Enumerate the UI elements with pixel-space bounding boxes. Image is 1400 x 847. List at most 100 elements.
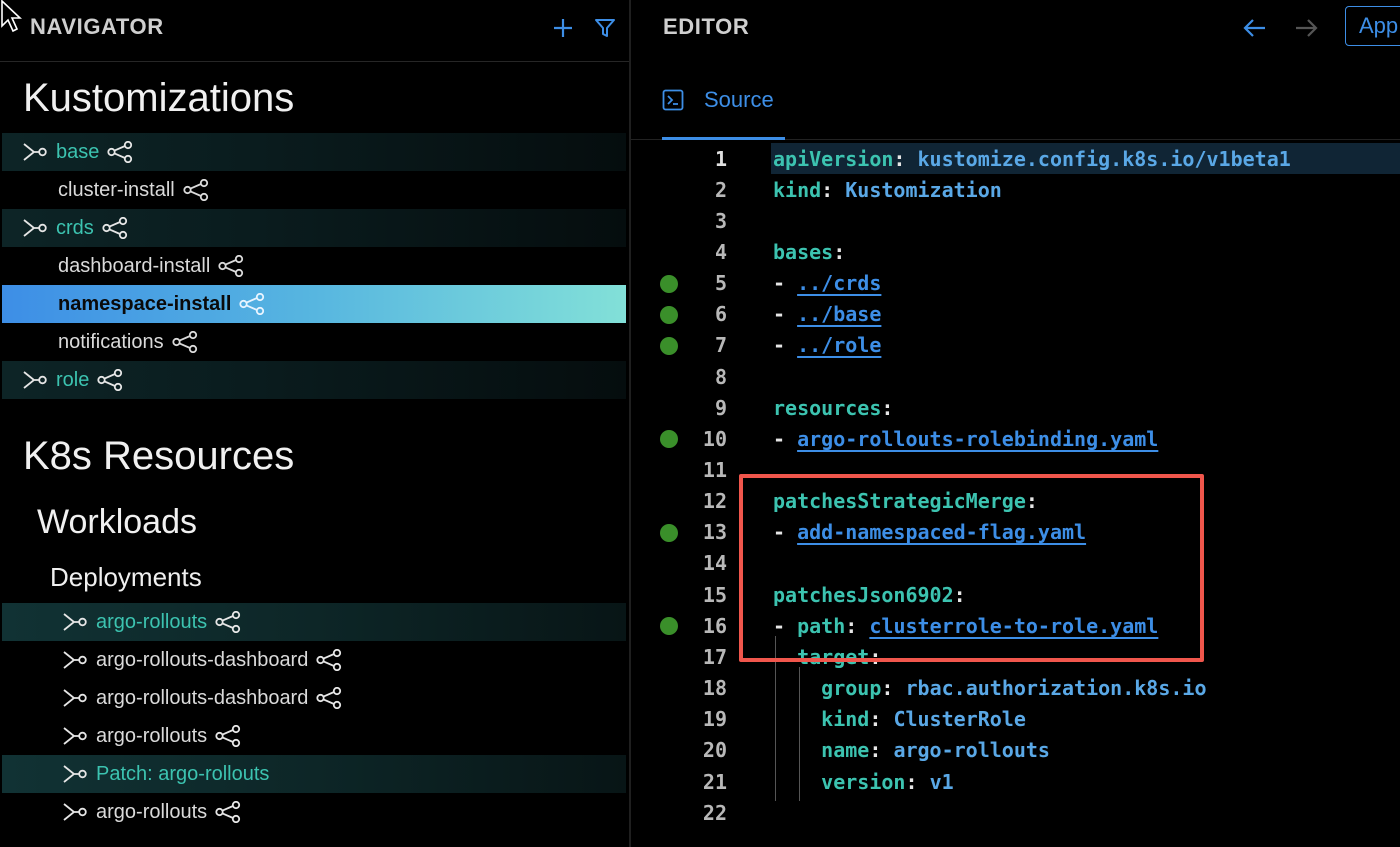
editor-panel: EDITOR App Source 1 apiVersion: kustomize… (631, 0, 1400, 847)
code-line[interactable]: 8 (631, 361, 1400, 392)
share-icon[interactable] (215, 801, 241, 823)
line-number: 13 (702, 520, 727, 545)
arrow-left-icon[interactable] (1240, 13, 1270, 43)
code-token: argo-rollouts (893, 738, 1050, 763)
code-line[interactable]: 3 (631, 205, 1400, 236)
kustomize-expand-icon (62, 649, 88, 671)
kustomization-item[interactable]: role (2, 361, 626, 399)
line-number: 4 (714, 239, 727, 264)
code-token: - (773, 333, 798, 358)
code-content: kind: ClusterRole (773, 707, 1026, 731)
file-link[interactable]: argo-rollouts-rolebinding.yaml (797, 427, 1158, 451)
code-line[interactable]: 20 name: argo-rollouts (631, 735, 1400, 766)
code-token: name (821, 738, 870, 763)
code-token: apiVersion (773, 146, 894, 171)
kustomize-expand-icon (62, 611, 88, 633)
file-link[interactable]: ../crds (797, 271, 881, 295)
code-token: rbac.authorization.k8s.io (905, 676, 1207, 701)
share-icon[interactable] (215, 725, 241, 747)
line-number: 5 (714, 271, 727, 296)
kustomize-expand-icon (22, 141, 48, 163)
deployments-heading: Deployments (50, 562, 202, 592)
code-line[interactable]: 5 - ../crds (631, 268, 1400, 299)
annotation-highlight-box (739, 474, 1204, 662)
share-icon[interactable] (218, 255, 244, 277)
code-content: - ../crds (773, 271, 881, 295)
code-line[interactable]: 19 kind: ClusterRole (631, 704, 1400, 735)
kustomize-expand-icon (62, 725, 88, 747)
kustomization-label: role (56, 368, 90, 391)
deployment-item[interactable]: argo-rollouts (2, 793, 626, 831)
kustomization-label: dashboard-install (58, 254, 211, 277)
code-line[interactable]: 6 - ../base (631, 299, 1400, 330)
apply-button[interactable]: App (1345, 6, 1400, 46)
share-icon[interactable] (172, 331, 198, 353)
share-icon[interactable] (316, 687, 342, 709)
code-line[interactable]: 21 version: v1 (631, 766, 1400, 797)
share-icon[interactable] (97, 369, 123, 391)
deployment-label: Patch: argo-rollouts (96, 762, 270, 785)
code-token: resources (773, 395, 882, 420)
kustomization-label: cluster-install (58, 178, 175, 201)
share-icon[interactable] (239, 293, 265, 315)
arrow-right-icon[interactable] (1291, 13, 1321, 43)
code-token: : (833, 239, 846, 264)
navigator-title: NAVIGATOR (30, 14, 164, 39)
code-token: version (821, 769, 906, 794)
share-icon[interactable] (107, 141, 133, 163)
kustomize-expand-icon (62, 801, 88, 823)
line-number: 16 (702, 613, 727, 638)
kustomization-item[interactable]: base (2, 133, 626, 171)
line-number: 22 (702, 800, 727, 825)
tab-source[interactable]: Source (662, 62, 785, 140)
line-number: 2 (714, 177, 727, 202)
code-token: kind (773, 177, 822, 202)
code-line[interactable]: 2 kind: Kustomization (631, 174, 1400, 205)
code-line[interactable]: 22 (631, 797, 1400, 828)
code-token: ClusterRole (893, 707, 1026, 732)
editor-title: EDITOR (663, 14, 750, 39)
code-line[interactable]: 9 resources: (631, 392, 1400, 423)
code-line[interactable]: 10 - argo-rollouts-rolebinding.yaml (631, 423, 1400, 454)
indent-guide (799, 667, 800, 802)
line-number: 11 (702, 458, 727, 482)
filter-icon[interactable] (590, 13, 620, 43)
deployment-item[interactable]: argo-rollouts-dashboard (2, 679, 626, 717)
code-line[interactable]: 1 apiVersion: kustomize.config.k8s.io/v1b… (631, 143, 1400, 174)
share-icon[interactable] (215, 611, 241, 633)
deployment-label: argo-rollouts (96, 610, 208, 633)
navigator-panel: NAVIGATOR Kustomizations base cluster-ins… (0, 0, 630, 847)
kustomization-item[interactable]: crds (2, 209, 626, 247)
code-line[interactable]: 7 - ../role (631, 330, 1400, 361)
code-token: : (821, 177, 846, 202)
code-content: kind: Kustomization (773, 178, 1002, 202)
code-content: - ../role (773, 333, 881, 357)
share-icon[interactable] (183, 179, 209, 201)
line-number: 17 (702, 644, 727, 669)
code-line[interactable]: 4 bases: (631, 236, 1400, 267)
line-number: 18 (702, 676, 727, 701)
share-icon[interactable] (102, 217, 128, 239)
kustomize-expand-icon (22, 217, 48, 239)
code-content: version: v1 (773, 769, 953, 794)
kustomization-item[interactable]: namespace-install (2, 285, 626, 323)
deployment-item[interactable]: argo-rollouts-dashboard (2, 641, 626, 679)
plus-icon[interactable] (548, 13, 578, 43)
share-icon[interactable] (316, 649, 342, 671)
code-line[interactable]: 18 group: rbac.authorization.k8s.io (631, 673, 1400, 704)
deployment-item[interactable]: argo-rollouts (2, 717, 626, 755)
deployment-item[interactable]: Patch: argo-rollouts (2, 755, 626, 793)
file-link[interactable]: ../role (797, 333, 881, 357)
validation-dot-icon (660, 336, 678, 355)
code-content: resources: (773, 396, 893, 420)
line-number: 20 (702, 738, 727, 763)
kustomization-item[interactable]: dashboard-install (2, 247, 626, 285)
kustomization-item[interactable]: notifications (2, 323, 626, 361)
code-token: - (773, 302, 798, 327)
file-link[interactable]: ../base (797, 302, 881, 326)
kustomization-item[interactable]: cluster-install (2, 171, 626, 209)
deployment-item[interactable]: argo-rollouts (2, 603, 626, 641)
